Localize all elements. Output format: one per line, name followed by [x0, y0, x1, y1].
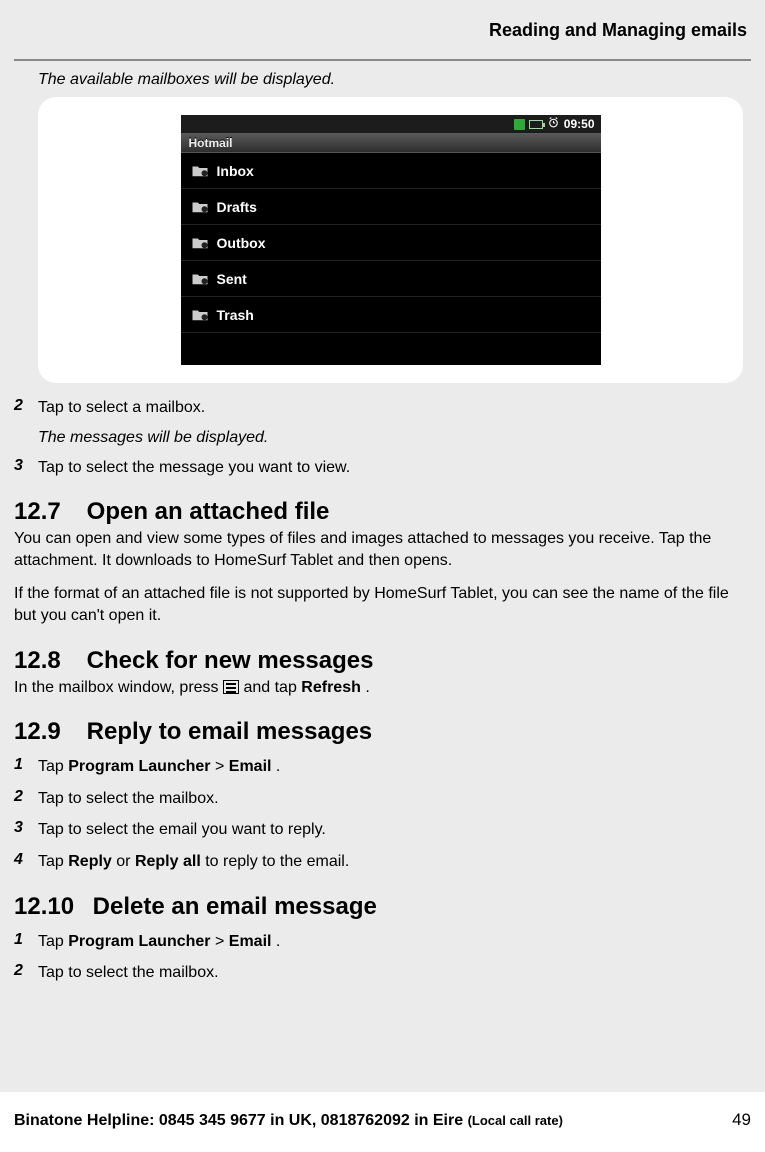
mailbox-item-drafts[interactable]: Drafts	[181, 189, 601, 225]
mailbox-list: Inbox Drafts Outbox Sent	[181, 153, 601, 365]
step-number: 3	[14, 457, 38, 479]
folder-icon	[191, 200, 209, 214]
bold-text: Email	[229, 758, 272, 775]
text-segment: and tap	[243, 679, 301, 696]
battery-icon	[529, 120, 543, 129]
page-header: Reading and Managing emails	[0, 20, 751, 41]
text-segment: In the mailbox window, press	[14, 679, 223, 696]
document-page: Reading and Managing emails The availabl…	[0, 0, 765, 1152]
status-bar: 09:50	[181, 115, 601, 133]
step-text: Tap to select the mailbox.	[38, 962, 743, 984]
step-1: 1 Tap Program Launcher > Email .	[38, 756, 743, 778]
section-title: Delete an email message	[93, 893, 377, 920]
folder-icon	[191, 308, 209, 322]
menu-icon	[223, 680, 239, 694]
step-text: Tap Program Launcher > Email .	[38, 931, 743, 953]
mailbox-label: Sent	[217, 271, 247, 287]
mailbox-item-sent[interactable]: Sent	[181, 261, 601, 297]
step-2b: 2 Tap to select the mailbox.	[38, 788, 743, 810]
section-number: 12.9	[14, 718, 80, 746]
text-segment: >	[215, 758, 229, 775]
text-segment: to reply to the email.	[205, 853, 349, 870]
step-1c: 1 Tap Program Launcher > Email .	[38, 931, 743, 953]
folder-icon	[191, 164, 209, 178]
step-2: 2 Tap to select a mailbox.	[38, 397, 743, 419]
step-text: Tap to select a mailbox.	[38, 397, 743, 419]
step-text: Tap to select the mailbox.	[38, 788, 743, 810]
section-title: Check for new messages	[87, 647, 374, 674]
step-number: 2	[14, 397, 38, 419]
intro-text: The available mailboxes will be displaye…	[38, 71, 743, 89]
step-number: 4	[14, 851, 38, 873]
mailbox-item-trash[interactable]: Trash	[181, 297, 601, 333]
step-3b: 3 Tap to select the email you want to re…	[38, 819, 743, 841]
footer-helpline: Binatone Helpline: 0845 345 9677 in UK, …	[14, 1112, 563, 1130]
mailbox-label: Inbox	[217, 163, 254, 179]
bold-text: Refresh	[301, 679, 361, 696]
text-segment: Tap	[38, 933, 68, 950]
text-segment: .	[365, 679, 369, 696]
footer-text-small: (Local call rate)	[468, 1113, 563, 1128]
section-number: 12.10	[14, 893, 86, 921]
footer-text: Binatone Helpline: 0845 345 9677 in UK, …	[14, 1112, 468, 1129]
text-segment: .	[276, 933, 280, 950]
folder-icon	[191, 272, 209, 286]
sim-icon	[514, 119, 525, 130]
section-12-10: 12.10 Delete an email message	[14, 893, 743, 921]
paragraph: If the format of an attached file is not…	[14, 583, 743, 626]
section-number: 12.8	[14, 647, 80, 675]
folder-icon	[191, 236, 209, 250]
text-segment: .	[276, 758, 280, 775]
section-title: Reply to email messages	[87, 718, 372, 745]
text-segment: Tap	[38, 853, 68, 870]
text-segment: >	[215, 933, 229, 950]
bold-text: Program Launcher	[68, 933, 210, 950]
mailbox-label: Outbox	[217, 235, 266, 251]
mailbox-item-inbox[interactable]: Inbox	[181, 153, 601, 189]
step-2c: 2 Tap to select the mailbox.	[38, 962, 743, 984]
step-number: 2	[14, 962, 38, 984]
step-number: 1	[14, 756, 38, 778]
section-number: 12.7	[14, 498, 80, 526]
step-number: 3	[14, 819, 38, 841]
page-footer: Binatone Helpline: 0845 345 9677 in UK, …	[14, 1102, 751, 1130]
paragraph: In the mailbox window, press and tap Ref…	[14, 677, 743, 699]
section-12-8: 12.8 Check for new messages	[14, 647, 743, 675]
text-segment: or	[116, 853, 135, 870]
mailbox-item-outbox[interactable]: Outbox	[181, 225, 601, 261]
step-number: 2	[14, 788, 38, 810]
screenshot-card: 09:50 Hotmail Inbox Drafts Outbox	[38, 97, 743, 383]
result-text: The messages will be displayed.	[38, 429, 743, 447]
bold-text: Reply all	[135, 853, 201, 870]
mailbox-label: Drafts	[217, 199, 257, 215]
device-screenshot: 09:50 Hotmail Inbox Drafts Outbox	[181, 115, 601, 365]
step-text: Tap Program Launcher > Email .	[38, 756, 743, 778]
paragraph: You can open and view some types of file…	[14, 528, 743, 571]
status-time: 09:50	[564, 117, 595, 131]
page-number: 49	[732, 1110, 751, 1130]
page-content: The available mailboxes will be displaye…	[0, 71, 751, 984]
step-4: 4 Tap Reply or Reply all to reply to the…	[38, 851, 743, 873]
bold-text: Reply	[68, 853, 112, 870]
text-segment: Tap	[38, 758, 68, 775]
step-text: Tap to select the message you want to vi…	[38, 457, 743, 479]
step-text: Tap Reply or Reply all to reply to the e…	[38, 851, 743, 873]
section-12-7: 12.7 Open an attached file	[14, 498, 743, 526]
step-number: 1	[14, 931, 38, 953]
section-12-9: 12.9 Reply to email messages	[14, 718, 743, 746]
step-3: 3 Tap to select the message you want to …	[38, 457, 743, 479]
header-rule	[14, 59, 751, 61]
bold-text: Email	[229, 933, 272, 950]
app-title: Hotmail	[181, 133, 601, 153]
alarm-icon	[547, 116, 560, 132]
step-text: Tap to select the email you want to repl…	[38, 819, 743, 841]
bold-text: Program Launcher	[68, 758, 210, 775]
mailbox-label: Trash	[217, 307, 254, 323]
section-title: Open an attached file	[87, 498, 330, 525]
